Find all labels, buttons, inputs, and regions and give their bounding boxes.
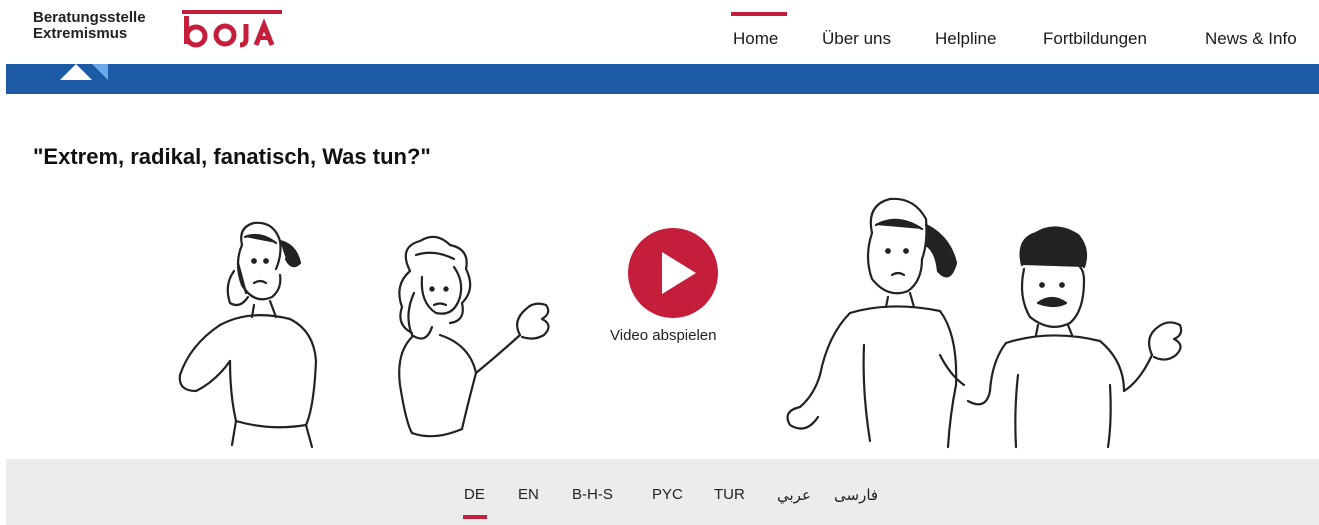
- video-illustration[interactable]: [150, 185, 1210, 460]
- video-play-button[interactable]: [628, 228, 718, 318]
- main-navigation: Home Über uns Helpline Fortbildungen New…: [0, 0, 1319, 60]
- lang-en[interactable]: EN: [518, 486, 539, 503]
- nav-item-news-info[interactable]: News & Info: [1205, 29, 1297, 49]
- nav-item-home[interactable]: Home: [733, 29, 778, 49]
- lang-bhs[interactable]: B-H-S: [572, 486, 613, 503]
- banner-notch-icon: [60, 64, 108, 80]
- nav-item-ueber-uns[interactable]: Über uns: [822, 29, 891, 49]
- lang-pyc[interactable]: PYC: [652, 486, 683, 503]
- video-play-label[interactable]: Video abspielen: [610, 327, 716, 344]
- nav-item-fortbildungen[interactable]: Fortbildungen: [1043, 29, 1147, 49]
- lang-ar[interactable]: عربي: [777, 486, 811, 504]
- nav-item-helpline[interactable]: Helpline: [935, 29, 996, 49]
- lang-fa[interactable]: فارسی: [834, 486, 878, 504]
- lang-active-indicator: [463, 515, 487, 519]
- lang-tur[interactable]: TUR: [714, 486, 745, 503]
- curly-hair-woman-figure: [398, 235, 550, 438]
- worried-woman-figure: [786, 197, 966, 449]
- play-icon: [662, 252, 696, 294]
- page-headline: "Extrem, radikal, fanatisch, Was tun?": [33, 144, 431, 169]
- header-banner: [6, 64, 1319, 94]
- woman-on-phone-figure: [178, 221, 318, 449]
- nav-active-indicator: [731, 12, 787, 16]
- video-illustration-drawing: [178, 197, 1183, 449]
- lang-de[interactable]: DE: [464, 486, 485, 503]
- mustache-man-figure: [966, 226, 1183, 449]
